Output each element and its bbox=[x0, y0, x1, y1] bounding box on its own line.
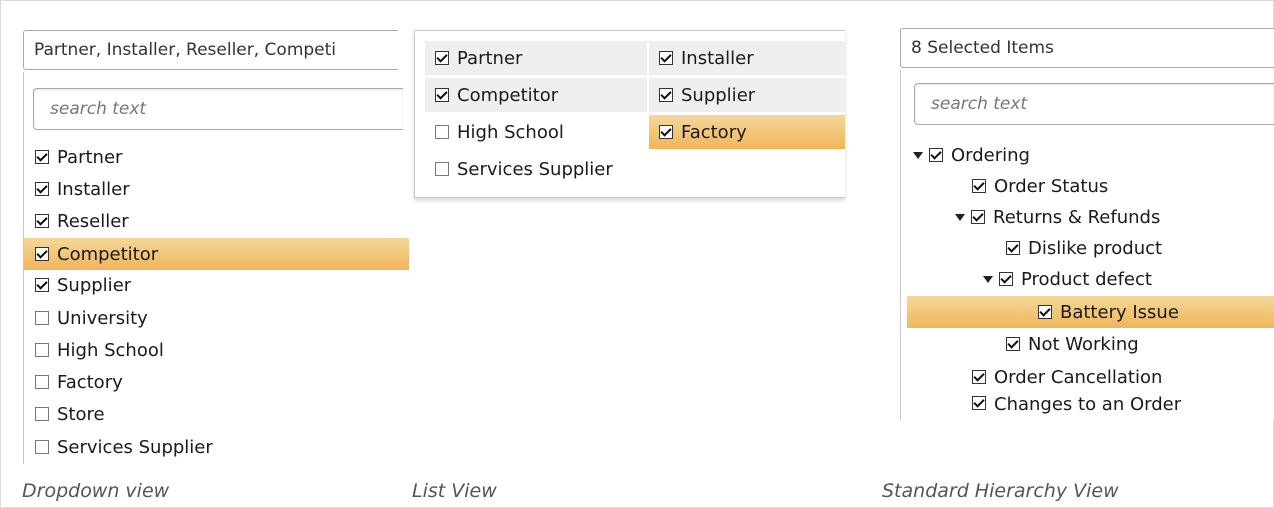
list-item-label: Services Supplier bbox=[457, 158, 613, 180]
checkbox-checked-icon[interactable] bbox=[1038, 305, 1052, 319]
list-item[interactable]: Services Supplier bbox=[425, 152, 685, 186]
dropdown-item[interactable]: High School bbox=[24, 335, 409, 365]
checkbox-unchecked-icon[interactable] bbox=[35, 311, 49, 325]
checkbox-checked-icon[interactable] bbox=[435, 88, 449, 102]
dropdown-item[interactable]: Supplier bbox=[24, 270, 409, 300]
dropdown-item-highlighted[interactable]: Competitor bbox=[24, 238, 409, 270]
checkbox-checked-icon[interactable] bbox=[999, 272, 1013, 286]
list-item-label: Competitor bbox=[457, 84, 559, 106]
dropdown-item-label: Supplier bbox=[57, 274, 132, 296]
dropdown-combo-text: Partner, Installer, Reseller, Competi bbox=[34, 40, 337, 60]
list-caption: List View bbox=[412, 480, 497, 502]
tree-node-label: Returns & Refunds bbox=[993, 206, 1161, 228]
dropdown-item-label: Factory bbox=[57, 371, 123, 393]
dropdown-item[interactable]: Reseller bbox=[24, 206, 409, 236]
dropdown-item[interactable]: University bbox=[24, 303, 409, 333]
tree-node[interactable]: Not Working bbox=[1006, 329, 1272, 359]
tree-node-label: Not Working bbox=[1028, 333, 1139, 355]
dropdown-caption: Dropdown view bbox=[22, 480, 170, 502]
dropdown-item-label: Store bbox=[57, 403, 105, 425]
tree-node-label: Order Cancellation bbox=[994, 366, 1163, 388]
checkbox-checked-icon[interactable] bbox=[659, 51, 673, 65]
checkbox-checked-icon[interactable] bbox=[35, 182, 49, 196]
list-item-highlighted[interactable]: Factory bbox=[649, 115, 845, 149]
list-item-label: Partner bbox=[457, 47, 523, 69]
checkbox-checked-icon[interactable] bbox=[35, 214, 49, 228]
tree-node[interactable]: Changes to an Order bbox=[972, 393, 1272, 419]
checkbox-unchecked-icon[interactable] bbox=[435, 162, 449, 176]
checkbox-checked-icon[interactable] bbox=[971, 210, 985, 224]
list-item-label: Installer bbox=[681, 47, 754, 69]
dropdown-item-label: Competitor bbox=[57, 243, 159, 265]
tree-node[interactable]: Ordering bbox=[913, 140, 1273, 170]
tree-node-label: Ordering bbox=[951, 144, 1030, 166]
expand-arrow-icon[interactable] bbox=[913, 151, 923, 159]
dropdown-item-label: Installer bbox=[57, 178, 130, 200]
checkbox-unchecked-icon[interactable] bbox=[435, 125, 449, 139]
expand-arrow-icon[interactable] bbox=[955, 213, 965, 221]
dropdown-item[interactable]: Installer bbox=[24, 174, 409, 204]
tree-node-highlighted[interactable]: Battery Issue bbox=[907, 296, 1274, 328]
checkbox-checked-icon[interactable] bbox=[972, 179, 986, 193]
dropdown-item[interactable]: Store bbox=[24, 399, 409, 429]
list-item-label: Supplier bbox=[681, 84, 756, 106]
tree-node[interactable]: Product defect bbox=[983, 264, 1273, 294]
hierarchy-combo[interactable]: 8 Selected Items bbox=[900, 28, 1274, 68]
checkbox-unchecked-icon[interactable] bbox=[35, 375, 49, 389]
checkbox-checked-icon[interactable] bbox=[35, 150, 49, 164]
tree-node[interactable]: Order Cancellation bbox=[972, 362, 1272, 392]
dropdown-item-label: Partner bbox=[57, 146, 123, 168]
checkbox-checked-icon[interactable] bbox=[35, 278, 49, 292]
dropdown-search-input[interactable]: search text bbox=[33, 88, 403, 130]
list-item-label: Factory bbox=[681, 121, 747, 143]
dropdown-item[interactable]: Factory bbox=[24, 367, 409, 397]
dropdown-item-label: High School bbox=[57, 339, 164, 361]
checkbox-unchecked-icon[interactable] bbox=[35, 440, 49, 454]
tree-node[interactable]: Dislike product bbox=[1006, 233, 1272, 263]
tree-node-label: Dislike product bbox=[1028, 237, 1163, 259]
checkbox-checked-icon[interactable] bbox=[659, 125, 673, 139]
checkbox-checked-icon[interactable] bbox=[1006, 241, 1020, 255]
list-item-label: High School bbox=[457, 121, 564, 143]
checkbox-unchecked-icon[interactable] bbox=[35, 343, 49, 357]
list-item[interactable]: Partner bbox=[425, 41, 647, 75]
checkbox-unchecked-icon[interactable] bbox=[35, 407, 49, 421]
dropdown-item-label: Services Supplier bbox=[57, 436, 213, 458]
checkbox-checked-icon[interactable] bbox=[659, 88, 673, 102]
tree-node[interactable]: Returns & Refunds bbox=[955, 202, 1273, 232]
checkbox-checked-icon[interactable] bbox=[972, 396, 986, 410]
list-item[interactable]: Installer bbox=[649, 41, 845, 75]
dropdown-item-label: Reseller bbox=[57, 210, 129, 232]
checkbox-checked-icon[interactable] bbox=[435, 51, 449, 65]
list-item[interactable]: Supplier bbox=[649, 78, 845, 112]
dropdown-item[interactable]: Services Supplier bbox=[24, 432, 409, 462]
expand-arrow-icon[interactable] bbox=[983, 275, 993, 283]
list-item[interactable]: High School bbox=[425, 115, 647, 149]
checkbox-checked-icon[interactable] bbox=[35, 247, 49, 261]
dropdown-combo[interactable]: Partner, Installer, Reseller, Competi bbox=[23, 30, 398, 70]
tree-node[interactable]: Order Status bbox=[972, 171, 1272, 201]
hierarchy-caption: Standard Hierarchy View bbox=[882, 480, 1119, 502]
dropdown-item[interactable]: Partner bbox=[24, 142, 409, 172]
checkbox-checked-icon[interactable] bbox=[972, 370, 986, 384]
dropdown-search-placeholder: search text bbox=[50, 99, 147, 119]
hierarchy-search-placeholder: search text bbox=[931, 94, 1028, 114]
checkbox-checked-icon[interactable] bbox=[1006, 337, 1020, 351]
tree-node-label: Product defect bbox=[1021, 268, 1152, 290]
list-item[interactable]: Competitor bbox=[425, 78, 647, 112]
hierarchy-search-input[interactable]: search text bbox=[914, 83, 1274, 125]
tree-node-label: Battery Issue bbox=[1060, 301, 1179, 323]
tree-node-label: Changes to an Order bbox=[994, 394, 1182, 415]
dropdown-item-label: University bbox=[57, 307, 148, 329]
list-view-panel: Partner Installer Competitor Supplier Hi… bbox=[414, 30, 845, 198]
checkbox-checked-icon[interactable] bbox=[929, 148, 943, 162]
tree-node-label: Order Status bbox=[994, 175, 1109, 197]
hierarchy-combo-text: 8 Selected Items bbox=[911, 38, 1054, 58]
